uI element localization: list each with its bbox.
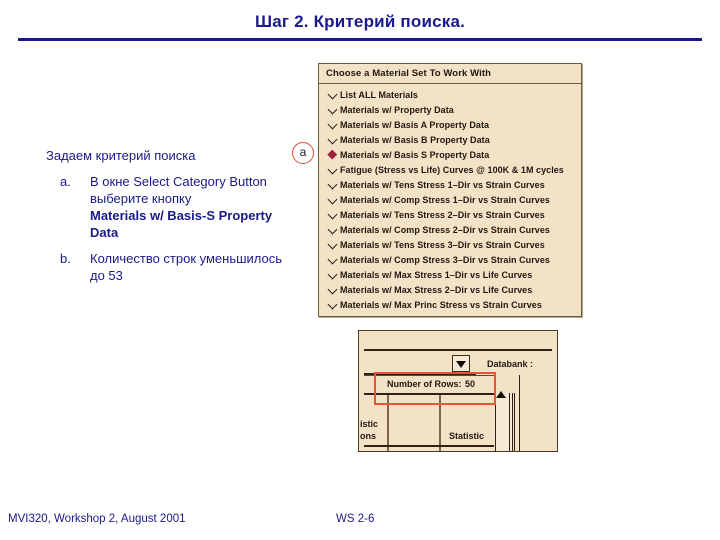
material-set-item[interactable]: List ALL Materials — [319, 87, 581, 102]
material-set-item-label: Materials w/ Comp Stress 1–Dir vs Strain… — [340, 194, 550, 205]
material-set-item[interactable]: Materials w/ Tens Stress 3–Dir vs Strain… — [319, 237, 581, 252]
chevron-down-icon — [327, 238, 340, 251]
chevron-down-icon — [327, 208, 340, 221]
bullet-text-a-main: В окне Select Category Button выберите к… — [90, 173, 267, 206]
title-divider — [18, 38, 702, 41]
footer-course-info: MVI320, Workshop 2, August 2001 — [8, 513, 186, 525]
chevron-down-icon — [327, 268, 340, 281]
scroll-down-arrow-icon[interactable] — [496, 391, 506, 398]
material-set-item-label: List ALL Materials — [340, 89, 418, 100]
chevron-down-icon — [327, 133, 340, 146]
chevron-down-icon — [327, 253, 340, 266]
material-set-item[interactable]: Materials w/ Comp Stress 2–Dir vs Strain… — [319, 222, 581, 237]
material-set-panel-header: Choose a Material Set To Work With — [319, 64, 581, 84]
scrollbar-inner-track[interactable] — [509, 393, 515, 451]
databank-label: Databank : — [487, 359, 534, 369]
chevron-down-icon — [327, 178, 340, 191]
bullet-marker-a: a. — [60, 173, 71, 189]
chevron-down-icon — [327, 103, 340, 116]
material-set-item-label: Materials w/ Comp Stress 2–Dir vs Strain… — [340, 224, 550, 235]
material-set-panel: Choose a Material Set To Work With List … — [318, 63, 582, 317]
material-set-item[interactable]: Fatigue (Stress vs Life) Curves @ 100K &… — [319, 162, 581, 177]
statistic-label-mid: Statistic — [449, 431, 485, 441]
chevron-down-icon[interactable] — [452, 355, 470, 372]
material-set-item-label: Materials w/ Max Stress 2–Dir vs Life Cu… — [340, 284, 533, 295]
chevron-down-icon — [327, 88, 340, 101]
material-set-item[interactable]: Materials w/ Property Data — [319, 102, 581, 117]
list-item: a. В окне Select Category Button выберит… — [46, 173, 296, 242]
material-set-list[interactable]: List ALL Materials Materials w/ Property … — [319, 84, 581, 316]
material-set-item-label: Materials w/ Max Stress 1–Dir vs Life Cu… — [340, 269, 533, 280]
bullet-text-a: В окне Select Category Button выберите к… — [90, 173, 296, 242]
material-set-item[interactable]: Materials w/ Comp Stress 1–Dir vs Strain… — [319, 192, 581, 207]
statistic-label-line1: istic — [360, 419, 379, 429]
callout-badge-a: a — [292, 142, 314, 164]
footer-page-number: WS 2-6 — [336, 513, 375, 525]
bullet-text-a-emphasis: Materials w/ Basis-S Property Data — [90, 207, 273, 241]
bullet-marker-b: b. — [60, 251, 71, 267]
material-set-item-label: Materials w/ Max Princ Stress vs Strain … — [340, 299, 542, 310]
material-set-item[interactable]: Materials w/ Tens Stress 2–Dir vs Strain… — [319, 207, 581, 222]
chevron-down-icon — [327, 193, 340, 206]
material-set-item-label: Materials w/ Property Data — [340, 104, 454, 115]
material-set-item-label: Materials w/ Basis S Property Data — [340, 149, 490, 160]
material-set-item-label: Materials w/ Comp Stress 3–Dir vs Strain… — [340, 254, 550, 265]
material-set-item[interactable]: Materials w/ Basis B Property Data — [319, 132, 581, 147]
material-set-item-label: Materials w/ Tens Stress 3–Dir vs Strain… — [340, 239, 545, 250]
material-set-item[interactable]: Materials w/ Max Princ Stress vs Strain … — [319, 297, 581, 312]
statistic-label-line2: ons — [360, 431, 377, 441]
dialog-top-strip — [364, 335, 552, 351]
chevron-down-icon — [327, 118, 340, 131]
material-set-item-label: Materials w/ Tens Stress 1–Dir vs Strain… — [340, 179, 545, 190]
rows-highlight-box — [374, 372, 496, 405]
selected-diamond-icon — [327, 148, 340, 161]
chevron-down-icon — [327, 163, 340, 176]
list-item: b. Количество строк уменьшилось до 53 — [46, 250, 296, 284]
chevron-down-icon — [327, 223, 340, 236]
material-set-item-label: Materials w/ Basis A Property Data — [340, 119, 490, 130]
material-set-item[interactable]: Materials w/ Max Stress 2–Dir vs Life Cu… — [319, 282, 581, 297]
material-set-item[interactable]: Materials w/ Comp Stress 3–Dir vs Strain… — [319, 252, 581, 267]
bullet-text-b: Количество строк уменьшилось до 53 — [90, 251, 283, 284]
material-set-item[interactable]: Materials w/ Basis A Property Data — [319, 117, 581, 132]
material-set-item[interactable]: Materials w/ Tens Stress 1–Dir vs Strain… — [319, 177, 581, 192]
instruction-text-block: Задаем критерий поиска a. В окне Select … — [46, 148, 296, 294]
material-set-item-label: Materials w/ Basis B Property Data — [340, 134, 490, 145]
instruction-lead: Задаем критерий поиска — [46, 148, 196, 163]
page-title: Шаг 2. Критерий поиска. — [254, 12, 466, 31]
material-set-item-label: Materials w/ Tens Stress 2–Dir vs Strain… — [340, 209, 545, 220]
material-set-item[interactable]: Materials w/ Max Stress 1–Dir vs Life Cu… — [319, 267, 581, 282]
chevron-down-icon — [327, 298, 340, 311]
material-set-item-label: Fatigue (Stress vs Life) Curves @ 100K &… — [340, 164, 564, 175]
chevron-down-icon — [327, 283, 340, 296]
material-set-item[interactable]: Materials w/ Basis S Property Data — [319, 147, 581, 162]
dialog-rule-bottom — [364, 445, 494, 447]
dialog-right-pane — [519, 375, 557, 451]
